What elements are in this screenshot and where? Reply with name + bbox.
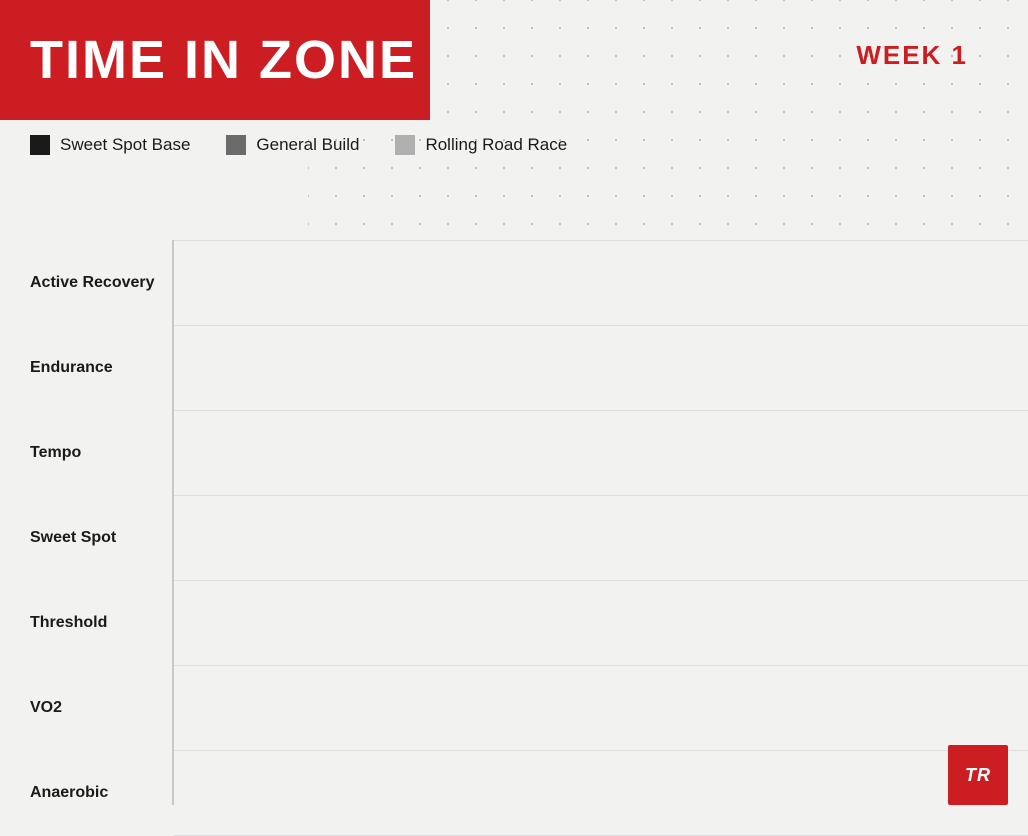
zone-label-text-active-recovery: Active Recovery [30, 274, 155, 292]
zone-label-anaerobic: Anaerobic [0, 750, 172, 835]
zones-container: Active Recovery Endurance Tempo Sweet Spot T… [0, 240, 172, 835]
zone-line-tempo [174, 410, 1028, 411]
legend-item-rolling-road-race: Rolling Road Race [395, 135, 567, 155]
legend-swatch-sweet-spot-base [30, 135, 50, 155]
zone-label-text-sweet-spot: Sweet Spot [30, 529, 116, 547]
zone-line-sweet-spot [174, 495, 1028, 496]
zone-line-active-recovery [174, 240, 1028, 241]
header-bar: TIME IN ZONE [0, 0, 430, 120]
zone-label-active-recovery: Active Recovery [0, 240, 172, 325]
page-title: TIME IN ZONE [30, 33, 417, 87]
zone-label-text-tempo: Tempo [30, 444, 81, 462]
zone-line-endurance [174, 325, 1028, 326]
zone-label-threshold: Threshold [0, 580, 172, 665]
legend-item-sweet-spot-base: Sweet Spot Base [30, 135, 190, 155]
zone-label-vo2: VO2 [0, 665, 172, 750]
legend-item-general-build: General Build [226, 135, 359, 155]
legend-swatch-rolling-road-race [395, 135, 415, 155]
zone-line-vo2 [174, 665, 1028, 666]
zone-label-text-threshold: Threshold [30, 614, 107, 632]
zone-label-text-vo2: VO2 [30, 699, 62, 717]
legend-label-rolling-road-race: Rolling Road Race [425, 135, 567, 155]
legend-label-sweet-spot-base: Sweet Spot Base [60, 135, 190, 155]
tr-logo: TR [948, 745, 1008, 805]
zone-line-threshold [174, 580, 1028, 581]
legend-swatch-general-build [226, 135, 246, 155]
zone-line-anaerobic [174, 750, 1028, 751]
zone-label-text-anaerobic: Anaerobic [30, 784, 108, 802]
legend-label-general-build: General Build [256, 135, 359, 155]
zone-label-sweet-spot: Sweet Spot [0, 495, 172, 580]
vertical-divider [172, 240, 174, 805]
zone-label-tempo: Tempo [0, 410, 172, 495]
week-label: WEEK 1 [856, 40, 968, 71]
tr-logo-text: TR [965, 765, 991, 786]
chart-area [174, 240, 1028, 825]
zone-label-endurance: Endurance [0, 325, 172, 410]
legend: Sweet Spot Base General Build Rolling Road… [30, 135, 567, 155]
zone-label-text-endurance: Endurance [30, 359, 113, 377]
